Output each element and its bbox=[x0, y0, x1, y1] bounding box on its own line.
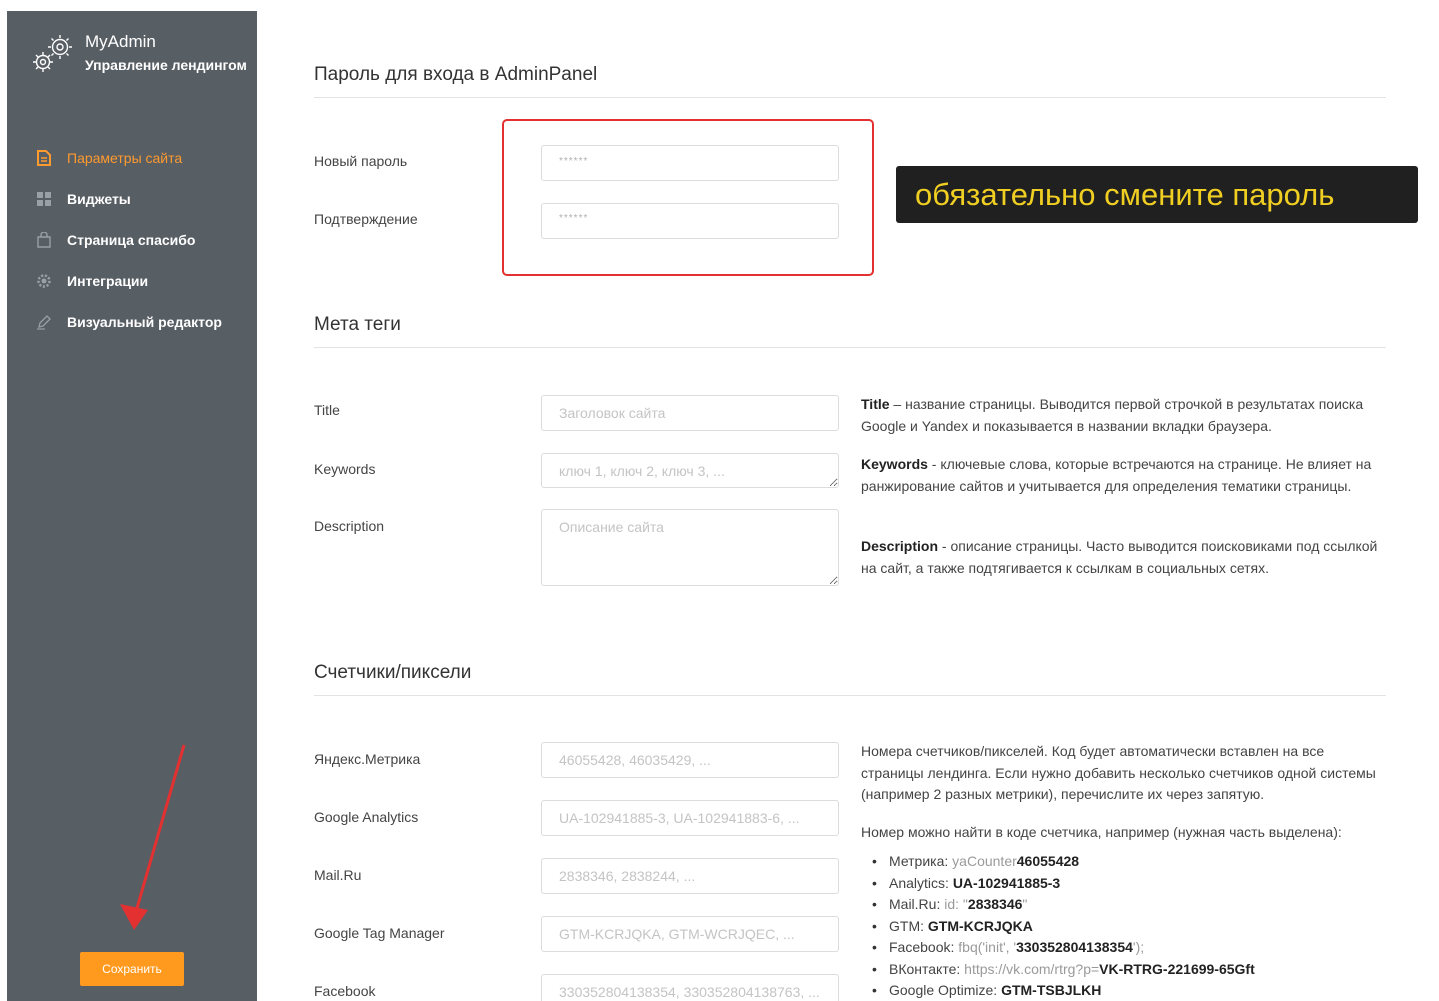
example-name: Analytics: bbox=[889, 874, 949, 891]
facebook-input[interactable] bbox=[541, 974, 839, 1001]
example-name: Mail.Ru: bbox=[889, 896, 941, 912]
counters-help-hint: Номер можно найти в коде счетчика, напри… bbox=[861, 823, 1342, 840]
gear-icon bbox=[35, 272, 53, 290]
google-analytics-input[interactable] bbox=[541, 800, 839, 836]
sidebar-item-label: Интеграции bbox=[67, 272, 149, 289]
document-icon bbox=[35, 149, 53, 167]
example-code: UA-102941885-3 bbox=[952, 874, 1061, 891]
counter-label-google-analytics: Google Analytics bbox=[314, 809, 419, 825]
meta-title-input[interactable] bbox=[541, 395, 839, 431]
example-code: GTM-KCRJQKA bbox=[927, 917, 1033, 934]
new-password-label: Новый пароль bbox=[314, 153, 408, 169]
example-name: ВКонтакте: bbox=[889, 960, 961, 977]
example-code: 2838346 bbox=[967, 896, 1023, 912]
example-code: 46055428 bbox=[1016, 853, 1080, 869]
counter-label-gtm: Google Tag Manager bbox=[314, 925, 445, 941]
sidebar-item-label: Параметры сайта bbox=[67, 149, 183, 166]
example-name: Facebook: bbox=[889, 939, 955, 955]
example-name: GTM: bbox=[889, 917, 924, 934]
example-item: ВКонтакте: https://vk.com/rtrg?p=VK-RTRG… bbox=[872, 959, 1381, 981]
sidebar: MyAdmin Управление лендингом Параметры с… bbox=[7, 11, 257, 1001]
example-suffix: '); bbox=[1132, 939, 1145, 955]
example-item: Метрика: yaCounter46055428 bbox=[872, 851, 1381, 873]
example-item: GTM: GTM-KCRJQKA bbox=[872, 916, 1381, 938]
brand[interactable]: MyAdmin Управление лендингом bbox=[29, 31, 247, 77]
divider bbox=[314, 347, 1386, 348]
gtm-input[interactable] bbox=[541, 916, 839, 952]
grid-icon bbox=[35, 190, 53, 208]
help-term: Title bbox=[861, 396, 890, 412]
mailru-input[interactable] bbox=[541, 858, 839, 894]
example-prefix: yaCounter bbox=[948, 853, 1017, 869]
sidebar-item-site-params[interactable]: Параметры сайта bbox=[7, 137, 257, 178]
help-term: Keywords bbox=[861, 456, 928, 472]
meta-keywords-input[interactable] bbox=[541, 453, 839, 488]
section-title-counters: Счетчики/пиксели bbox=[314, 662, 472, 683]
sidebar-nav: Параметры сайта Виджеты Страница спасибо… bbox=[7, 137, 257, 342]
password-highlight-box bbox=[502, 119, 874, 276]
counter-label-yandex: Яндекс.Метрика bbox=[314, 751, 421, 767]
meta-description-help: Description - описание страницы. Часто в… bbox=[861, 536, 1391, 579]
example-item: Facebook: fbq('init', '330352804138354')… bbox=[872, 937, 1381, 959]
example-suffix: " bbox=[1022, 896, 1028, 912]
counter-label-facebook: Facebook bbox=[314, 983, 376, 999]
example-code: 330352804138354 bbox=[1016, 939, 1133, 955]
section-title-meta: Мета теги bbox=[314, 314, 401, 335]
password-warning-banner: обязательно смените пароль bbox=[896, 166, 1418, 223]
counter-label-mailru: Mail.Ru bbox=[314, 867, 362, 883]
meta-title-help: Title – название страницы. Выводится пер… bbox=[861, 394, 1391, 437]
counters-help: Номера счетчиков/пикселей. Код будет авт… bbox=[861, 741, 1381, 1001]
help-text: – название страницы. Выводится первой ст… bbox=[861, 396, 1364, 434]
save-button[interactable]: Сохранить bbox=[80, 952, 184, 986]
brand-subtitle: Управление лендингом bbox=[85, 57, 247, 73]
counters-help-intro: Номера счетчиков/пикселей. Код будет авт… bbox=[861, 743, 1376, 802]
sidebar-item-label: Виджеты bbox=[67, 190, 131, 207]
sidebar-item-label: Страница спасибо bbox=[67, 231, 196, 248]
confirm-password-label: Подтверждение bbox=[314, 211, 418, 227]
example-prefix: fbq('init', ' bbox=[954, 939, 1017, 955]
brand-title: MyAdmin bbox=[85, 32, 156, 51]
meta-keywords-help: Keywords - ключевые слова, которые встре… bbox=[861, 454, 1391, 497]
meta-title-label: Title bbox=[314, 402, 340, 418]
example-item: Mail.Ru: id: "2838346" bbox=[872, 894, 1381, 916]
sidebar-item-widgets[interactable]: Виджеты bbox=[7, 178, 257, 219]
section-title-password: Пароль для входа в AdminPanel bbox=[314, 64, 598, 85]
gears-logo-icon bbox=[33, 35, 72, 72]
sidebar-item-visual-editor[interactable]: Визуальный редактор bbox=[7, 301, 257, 342]
pencil-icon bbox=[35, 313, 53, 331]
divider bbox=[314, 695, 1386, 696]
example-item: Analytics: UA-102941885-3 bbox=[872, 873, 1381, 895]
example-name: Метрика: bbox=[889, 853, 949, 869]
sidebar-item-integrations[interactable]: Интеграции bbox=[7, 260, 257, 301]
example-code: GTM-TSBJLKH bbox=[1001, 982, 1102, 998]
bag-icon bbox=[35, 231, 53, 249]
meta-keywords-label: Keywords bbox=[314, 461, 376, 477]
help-text: - описание страницы. Часто выводится пои… bbox=[861, 538, 1378, 576]
counters-examples-list: Метрика: yaCounter46055428 Analytics: UA… bbox=[872, 851, 1381, 1001]
help-term: Description bbox=[861, 538, 939, 554]
sidebar-item-label: Визуальный редактор bbox=[67, 313, 222, 330]
example-code: VK-RTRG-221699-65Gft bbox=[1099, 960, 1255, 977]
example-name: Google Optimize: bbox=[889, 982, 998, 998]
sidebar-item-thank-you[interactable]: Страница спасибо bbox=[7, 219, 257, 260]
yandex-metrika-input[interactable] bbox=[541, 742, 839, 778]
help-text: - ключевые слова, которые встречаются на… bbox=[861, 456, 1372, 494]
example-prefix: https://vk.com/rtrg?p= bbox=[960, 960, 1100, 977]
example-item: Google Optimize: GTM-TSBJLKH bbox=[872, 980, 1381, 1001]
example-prefix: id: " bbox=[940, 896, 968, 912]
meta-description-input[interactable] bbox=[541, 509, 839, 586]
divider bbox=[314, 97, 1386, 98]
meta-description-label: Description bbox=[314, 518, 385, 534]
